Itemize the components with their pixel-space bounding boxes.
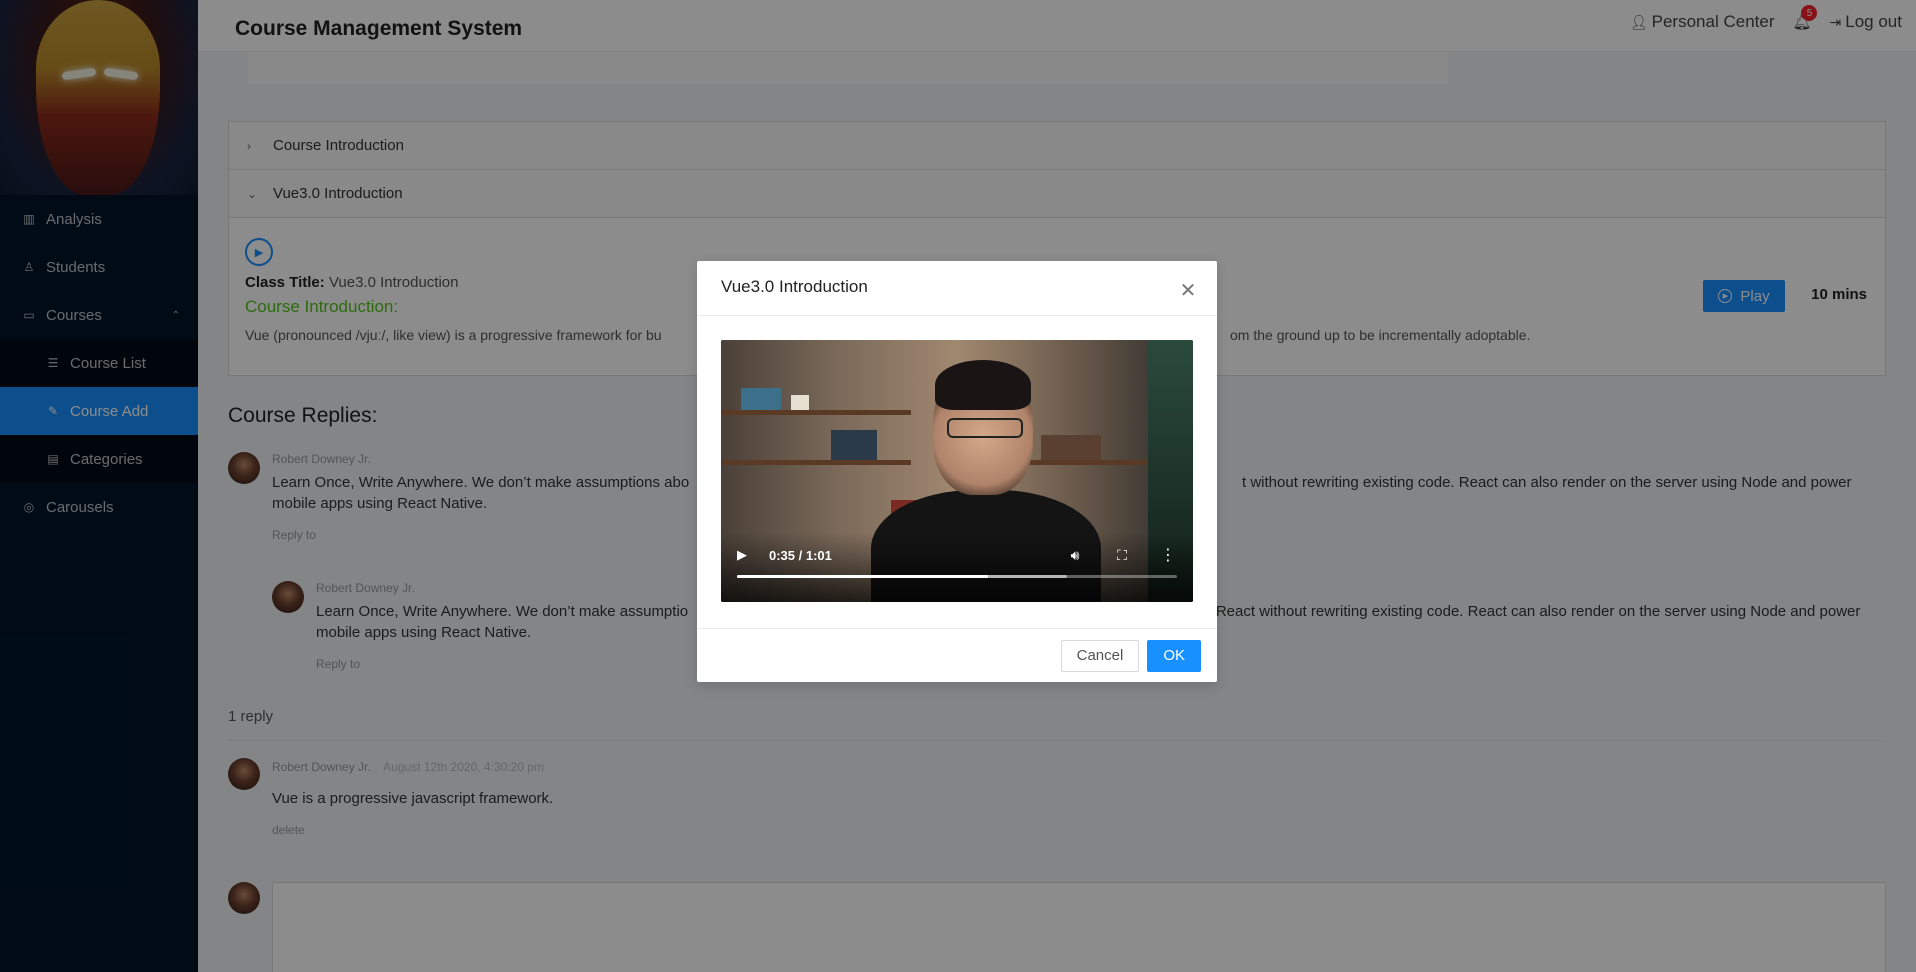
video-progress-bar[interactable] — [737, 575, 1177, 578]
video-shelf — [721, 410, 911, 415]
video-controls — [721, 532, 1193, 602]
video-book — [791, 395, 809, 410]
video-shelf — [721, 460, 911, 465]
close-icon[interactable]: ✕ — [1177, 279, 1199, 302]
volume-icon[interactable]: 🔊︎ — [1065, 545, 1085, 565]
cancel-button[interactable]: Cancel — [1060, 639, 1140, 672]
modal-footer: Cancel OK — [697, 628, 1217, 682]
video-book — [741, 388, 781, 410]
video-book — [1041, 435, 1101, 460]
modal-header: Vue3.0 Introduction ✕ — [697, 261, 1217, 316]
modal-body: ▶ 0:35 / 1:01 🔊︎ ⛶ ⋮ — [697, 316, 1217, 626]
modal-title: Vue3.0 Introduction — [721, 277, 868, 296]
video-person-hair — [935, 360, 1031, 410]
video-book — [831, 430, 877, 460]
play-icon[interactable]: ▶ — [733, 546, 751, 564]
video-shelf — [1011, 460, 1151, 465]
video-played-bar — [737, 575, 988, 578]
video-time: 0:35 / 1:01 — [769, 547, 832, 563]
more-options-icon[interactable]: ⋮ — [1160, 545, 1176, 565]
video-modal: Vue3.0 Introduction ✕ ▶ 0:35 / 1:01 🔊︎ ⛶… — [697, 261, 1217, 682]
fullscreen-icon[interactable]: ⛶ — [1112, 545, 1132, 565]
video-player[interactable]: ▶ 0:35 / 1:01 🔊︎ ⛶ ⋮ — [721, 340, 1193, 602]
video-person-glasses — [947, 418, 1023, 438]
ok-button[interactable]: OK — [1147, 639, 1201, 672]
